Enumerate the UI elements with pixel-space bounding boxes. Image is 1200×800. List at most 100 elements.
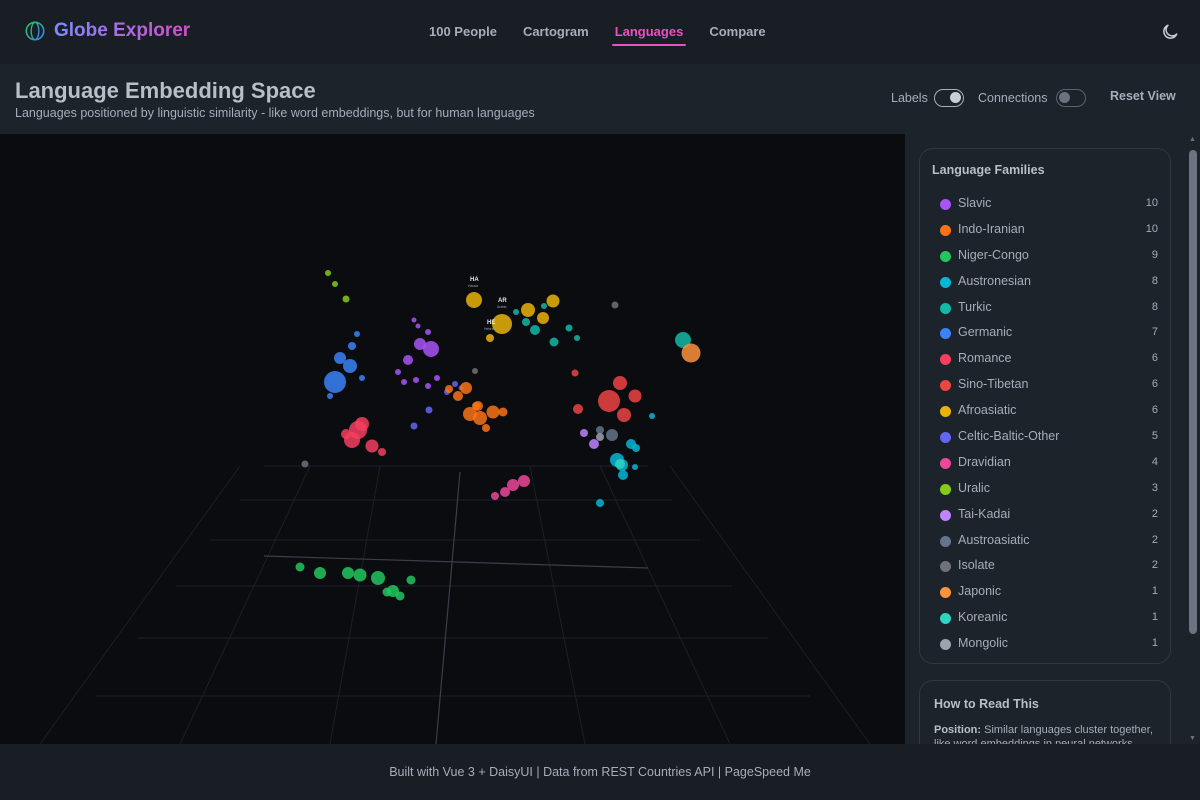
language-point[interactable]	[482, 424, 490, 432]
language-point[interactable]	[598, 390, 620, 412]
scroll-thumb[interactable]	[1189, 150, 1197, 634]
language-point[interactable]	[486, 405, 500, 419]
family-item[interactable]: Indo-Iranian 10	[932, 218, 1164, 244]
language-point[interactable]	[580, 429, 588, 437]
language-point[interactable]	[589, 439, 599, 449]
language-point[interactable]	[681, 343, 701, 363]
language-point[interactable]	[498, 407, 508, 417]
family-item[interactable]: Slavic 10	[932, 192, 1164, 218]
language-point[interactable]	[378, 448, 386, 456]
language-point[interactable]	[460, 382, 472, 394]
connections-toggle[interactable]	[1056, 89, 1086, 107]
language-point[interactable]	[617, 408, 631, 422]
language-point[interactable]	[355, 417, 369, 431]
language-point[interactable]	[632, 444, 640, 452]
language-point[interactable]	[365, 439, 379, 453]
language-point[interactable]	[401, 379, 407, 385]
language-point[interactable]	[549, 337, 559, 347]
brand[interactable]: Globe Explorer	[24, 20, 190, 42]
language-point[interactable]	[537, 312, 549, 324]
moon-icon[interactable]	[1160, 22, 1180, 42]
sidebar-scrollbar[interactable]: ▲ ▼	[1189, 134, 1197, 744]
language-point[interactable]	[425, 329, 431, 335]
language-point[interactable]	[521, 303, 535, 317]
family-item[interactable]: Koreanic 1	[932, 606, 1164, 632]
nav-item-100-people[interactable]: 100 People	[418, 16, 508, 47]
language-point[interactable]	[452, 381, 458, 387]
family-item[interactable]: Niger-Congo 9	[932, 244, 1164, 270]
language-point[interactable]	[403, 355, 413, 365]
language-point[interactable]	[413, 377, 419, 383]
family-item[interactable]: Japonic 1	[932, 580, 1164, 606]
language-point[interactable]	[341, 429, 351, 439]
language-point[interactable]	[434, 375, 440, 381]
language-point[interactable]	[425, 383, 431, 389]
language-point[interactable]	[423, 341, 439, 357]
language-point[interactable]	[332, 281, 338, 287]
language-point[interactable]	[611, 301, 619, 309]
language-point[interactable]	[382, 587, 392, 597]
language-point[interactable]	[354, 331, 360, 337]
nav-item-languages[interactable]: Languages	[604, 16, 695, 47]
language-point[interactable]	[571, 369, 579, 377]
language-point[interactable]	[596, 499, 604, 507]
language-point[interactable]	[628, 389, 642, 403]
language-point[interactable]	[596, 426, 604, 434]
family-item[interactable]: Mongolic 1	[932, 632, 1164, 658]
language-point[interactable]	[618, 470, 628, 480]
language-point[interactable]	[371, 571, 385, 585]
language-point[interactable]	[472, 402, 480, 410]
language-point[interactable]	[324, 371, 346, 393]
nav-item-compare[interactable]: Compare	[698, 16, 776, 47]
scroll-down-icon[interactable]: ▼	[1189, 735, 1196, 742]
nav-item-cartogram[interactable]: Cartogram	[512, 16, 600, 47]
language-point[interactable]	[466, 292, 482, 308]
language-point[interactable]	[472, 368, 478, 374]
language-point[interactable]	[473, 411, 487, 425]
language-point[interactable]	[295, 562, 305, 572]
language-point[interactable]	[314, 567, 326, 579]
family-item[interactable]: Romance 6	[932, 347, 1164, 373]
language-point[interactable]	[395, 591, 405, 601]
language-point[interactable]	[541, 303, 547, 309]
language-point[interactable]	[410, 422, 418, 430]
language-point[interactable]	[425, 406, 433, 414]
family-item[interactable]: Uralic 3	[932, 477, 1164, 503]
language-point[interactable]	[342, 567, 354, 579]
language-point[interactable]	[613, 376, 627, 390]
language-point[interactable]	[546, 294, 560, 308]
language-point[interactable]	[445, 385, 453, 393]
language-point[interactable]	[327, 393, 333, 399]
family-item[interactable]: Turkic 8	[932, 296, 1164, 322]
language-point[interactable]	[573, 404, 583, 414]
language-point[interactable]	[411, 317, 417, 323]
language-point[interactable]	[343, 359, 357, 373]
reset-view-button[interactable]: Reset View	[1110, 89, 1176, 103]
language-point[interactable]	[530, 325, 540, 335]
family-item[interactable]: Tai-Kadai 2	[932, 503, 1164, 529]
language-point[interactable]	[353, 568, 367, 582]
language-point[interactable]	[596, 433, 604, 441]
language-point[interactable]	[522, 318, 530, 326]
family-item[interactable]: Austroasiatic 2	[932, 529, 1164, 555]
language-point[interactable]	[486, 334, 494, 342]
scroll-up-icon[interactable]: ▲	[1189, 136, 1196, 143]
language-point[interactable]	[632, 464, 638, 470]
language-point[interactable]	[348, 342, 356, 350]
language-point[interactable]	[518, 475, 530, 487]
language-point[interactable]	[606, 429, 618, 441]
language-point[interactable]	[574, 335, 580, 341]
language-point[interactable]	[513, 309, 519, 315]
language-point[interactable]	[500, 487, 510, 497]
labels-toggle[interactable]	[934, 89, 964, 107]
family-item[interactable]: Germanic 7	[932, 321, 1164, 347]
language-point[interactable]	[325, 270, 331, 276]
family-item[interactable]: Isolate 2	[932, 554, 1164, 580]
language-point[interactable]	[395, 369, 401, 375]
language-point[interactable]	[491, 492, 499, 500]
language-point[interactable]	[453, 391, 463, 401]
language-point[interactable]	[406, 575, 416, 585]
language-point[interactable]	[565, 324, 573, 332]
language-point[interactable]	[415, 323, 421, 329]
family-item[interactable]: Sino-Tibetan 6	[932, 373, 1164, 399]
